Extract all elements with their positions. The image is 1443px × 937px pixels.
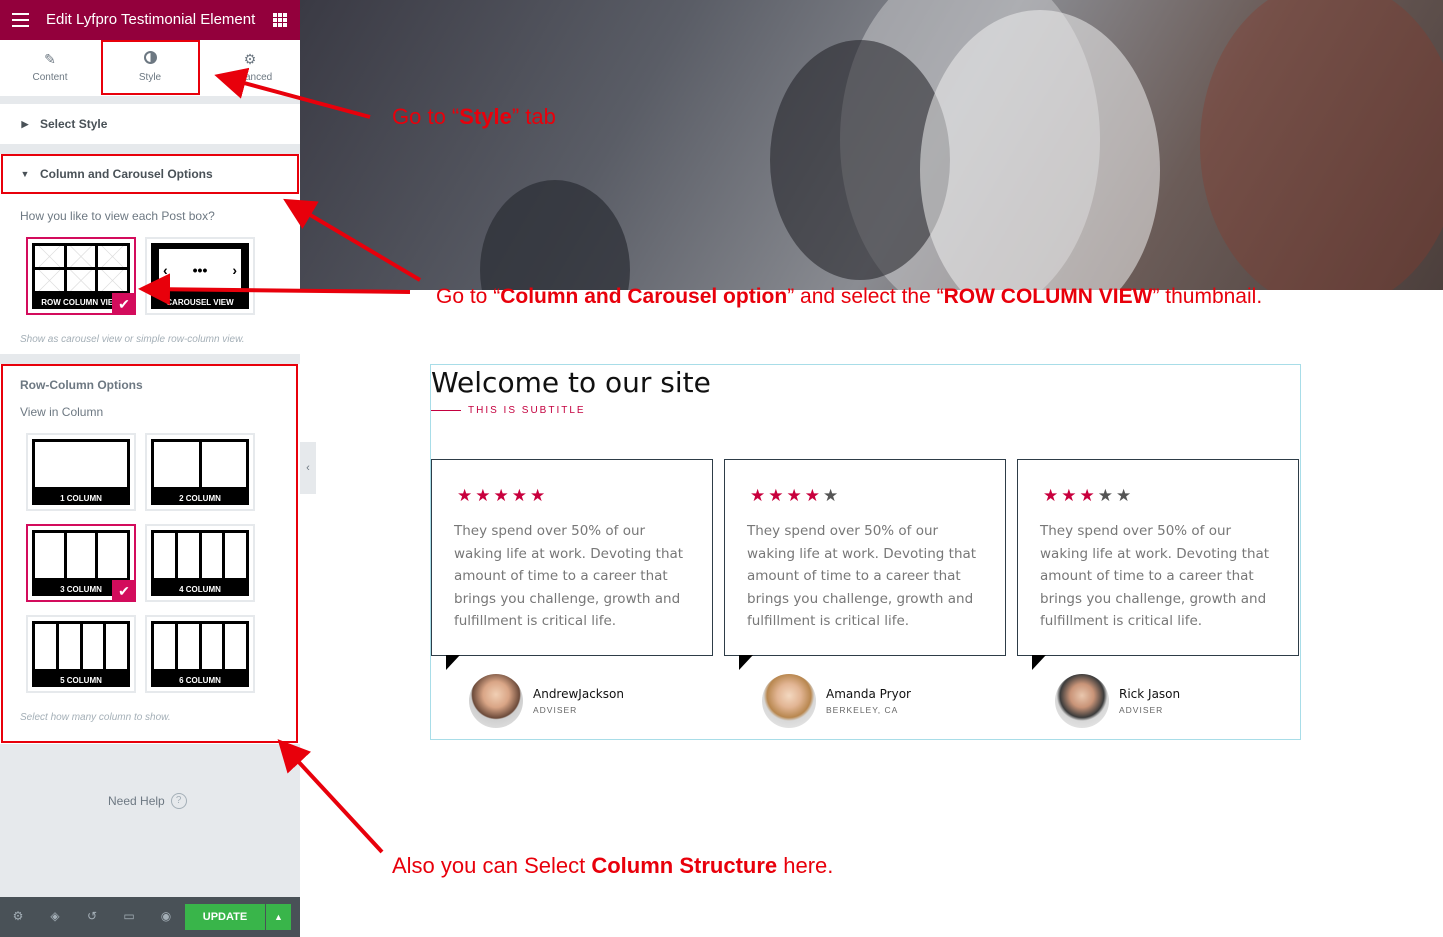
note-text: Also you can Select: [392, 853, 592, 878]
arrow-to-row-column-options: [277, 739, 384, 854]
note-column-option: Go to “Column and Carousel option” and s…: [436, 285, 1262, 309]
arrow-to-style-tab: [214, 67, 371, 119]
arrow-to-column-section: [283, 198, 422, 282]
annotation-arrows: [138, 67, 422, 854]
note-text: ” tab: [511, 104, 556, 129]
note-bold: Column and Carousel option: [500, 285, 788, 308]
note-text: Go to “: [436, 285, 501, 308]
note-text: Go to “: [392, 104, 460, 129]
note-column-structure: Also you can Select Column Structure her…: [392, 853, 833, 879]
note-text: ” and select the “: [787, 285, 944, 308]
arrow-to-row-column-thumb: [138, 273, 411, 306]
note-style-tab: Go to “Style” tab: [392, 104, 556, 130]
note-bold: Column Structure: [591, 853, 778, 878]
note-bold: Style: [459, 104, 512, 129]
note-text: here.: [777, 853, 834, 878]
note-bold: ROW COLUMN VIEW: [943, 285, 1153, 308]
note-text: ” thumbnail.: [1152, 285, 1263, 308]
